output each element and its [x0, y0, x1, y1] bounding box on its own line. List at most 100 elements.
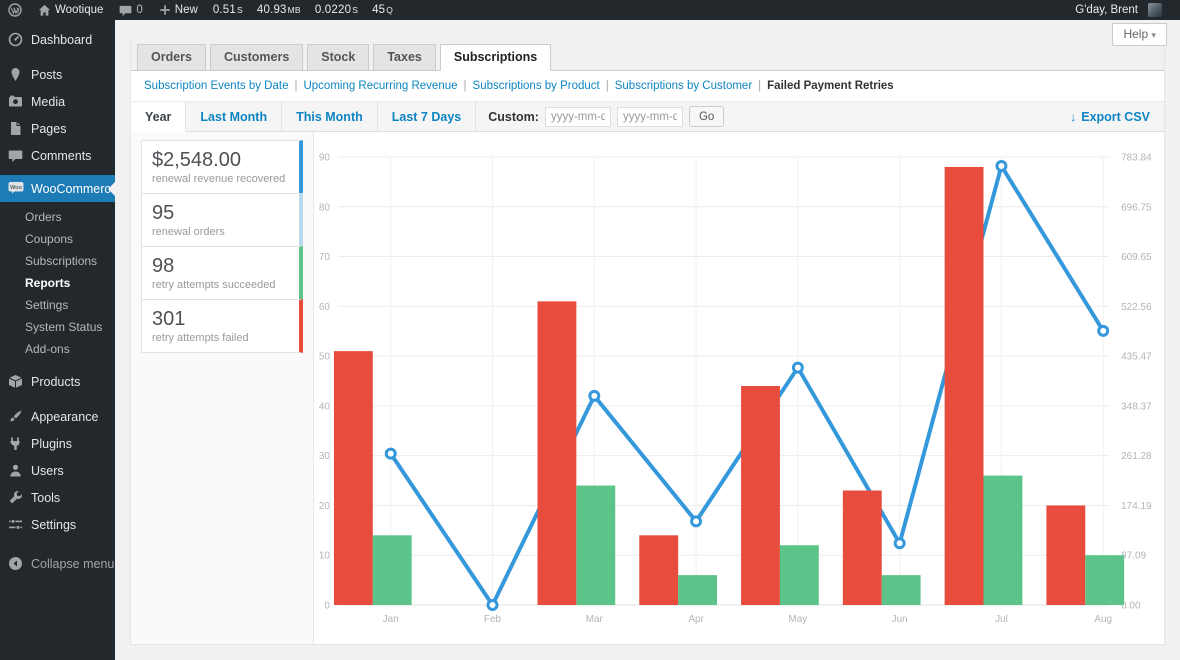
tab-subscriptions[interactable]: Subscriptions — [440, 44, 551, 71]
report-card: OrdersCustomersStockTaxesSubscriptions S… — [130, 38, 1165, 645]
tab-stock[interactable]: Stock — [307, 44, 369, 71]
woocommerce-submenu: Orders Coupons Subscriptions Reports Set… — [0, 202, 115, 368]
wrench-icon — [8, 490, 23, 505]
date-from-input[interactable] — [545, 107, 611, 127]
range-year[interactable]: Year — [131, 102, 186, 132]
subnav-subscription-events-by-date[interactable]: Subscription Events by Date — [144, 80, 288, 92]
sidebar-item-add-ons[interactable]: Add-ons — [0, 338, 115, 360]
stat-card-retry-attempts-succeeded[interactable]: 98 retry attempts succeeded — [141, 246, 303, 300]
sidebar-item-media[interactable]: Media — [0, 88, 115, 115]
tab-taxes[interactable]: Taxes — [373, 44, 436, 71]
sidebar-item-products[interactable]: Products — [0, 368, 115, 395]
svg-text:435.47: 435.47 — [1121, 352, 1152, 363]
tab-customers[interactable]: Customers — [210, 44, 303, 71]
admin-sidebar: Dashboard Posts Media Pages Comments Woo… — [0, 20, 115, 660]
svg-text:Mar: Mar — [586, 614, 604, 625]
perf-stat-time: 0.51S — [206, 4, 250, 16]
sidebar-item-coupons[interactable]: Coupons — [0, 228, 115, 250]
brush-icon — [8, 409, 23, 424]
svg-text:90: 90 — [319, 152, 331, 163]
subnav-subscriptions-by-product[interactable]: Subscriptions by Product — [473, 80, 600, 92]
sidebar-item-orders[interactable]: Orders — [0, 206, 115, 228]
download-icon: ↓ — [1070, 110, 1076, 124]
svg-text:Jan: Jan — [383, 614, 399, 625]
export-csv-link[interactable]: ↓ Export CSV — [1056, 102, 1164, 131]
help-button[interactable]: Help ▾ — [1112, 23, 1167, 46]
tab-orders[interactable]: Orders — [137, 44, 206, 71]
sidebar-item-woocommerce[interactable]: Woo WooCommerce — [0, 175, 115, 202]
collapse-menu-button[interactable]: Collapse menu — [0, 550, 115, 577]
pin-icon — [8, 67, 23, 82]
sidebar-item-users[interactable]: Users — [0, 457, 115, 484]
sidebar-item-reports[interactable]: Reports — [0, 272, 115, 294]
home-icon — [38, 4, 51, 17]
custom-range-label: Custom: — [488, 110, 539, 124]
range-this-month[interactable]: This Month — [282, 102, 378, 131]
admin-content: Help ▾ OrdersCustomersStockTaxesSubscrip… — [115, 20, 1180, 660]
new-menu[interactable]: New — [151, 0, 206, 20]
stat-card-renewal-revenue-recovered[interactable]: $2,548.00 renewal revenue recovered — [141, 140, 303, 194]
sidebar-item-plugins[interactable]: Plugins — [0, 430, 115, 457]
dashboard-icon — [8, 32, 23, 47]
chart-legend: $2,548.00 renewal revenue recovered 95 r… — [131, 132, 313, 644]
sidebar-item-pages[interactable]: Pages — [0, 115, 115, 142]
active-menu-arrow — [108, 182, 115, 196]
sidebar-item-system-status[interactable]: System Status — [0, 316, 115, 338]
go-button[interactable]: Go — [689, 106, 724, 127]
comment-bubble-icon — [119, 4, 132, 17]
svg-text:Woo: Woo — [10, 185, 22, 191]
svg-text:60: 60 — [319, 302, 331, 313]
svg-text:696.75: 696.75 — [1121, 202, 1152, 213]
sidebar-item-subscriptions[interactable]: Subscriptions — [0, 250, 115, 272]
wp-logo-menu[interactable] — [0, 0, 30, 20]
account-menu[interactable]: G'day, Brent — [1067, 0, 1170, 20]
perf-stat-memory: 40.93MB — [250, 4, 308, 16]
subnav-failed-payment-retries: Failed Payment Retries — [767, 80, 894, 92]
stat-card-renewal-orders[interactable]: 95 renewal orders — [141, 193, 303, 247]
plus-icon — [159, 4, 171, 16]
perf-stat-queries: 45Q — [365, 4, 400, 16]
woocommerce-icon: Woo — [8, 181, 23, 196]
range-last-7-days[interactable]: Last 7 Days — [378, 102, 476, 131]
svg-text:May: May — [788, 614, 807, 625]
chart-panel: 00.001087.0920174.1930261.2840348.375043… — [313, 132, 1164, 644]
svg-text:30: 30 — [319, 451, 331, 462]
svg-text:Aug: Aug — [1094, 614, 1112, 625]
svg-text:522.56: 522.56 — [1121, 302, 1152, 313]
comments-menu[interactable]: 0 — [111, 0, 150, 20]
date-range-filter: Year Last Month This Month Last 7 Days C… — [131, 101, 1164, 132]
sidebar-item-appearance[interactable]: Appearance — [0, 403, 115, 430]
svg-text:40: 40 — [319, 401, 331, 412]
sidebar-item-posts[interactable]: Posts — [0, 61, 115, 88]
wordpress-logo-icon — [8, 3, 22, 17]
range-last-month[interactable]: Last Month — [186, 102, 282, 131]
page-icon — [8, 121, 23, 136]
user-icon — [8, 463, 23, 478]
subnav-upcoming-recurring-revenue[interactable]: Upcoming Recurring Revenue — [303, 80, 457, 92]
plug-icon — [8, 436, 23, 451]
sidebar-item-settings[interactable]: Settings — [0, 511, 115, 538]
greeting-label: G'day, Brent — [1075, 4, 1138, 16]
sidebar-item-comments[interactable]: Comments — [0, 142, 115, 169]
comments-icon — [8, 148, 23, 163]
perf-stat-querytime: 0.0220S — [308, 4, 365, 16]
sidebar-item-dashboard[interactable]: Dashboard — [0, 26, 115, 53]
comments-count: 0 — [136, 4, 142, 16]
svg-text:10: 10 — [319, 551, 331, 562]
sidebar-item-settings-woo[interactable]: Settings — [0, 294, 115, 316]
media-icon — [8, 94, 23, 109]
svg-text:Apr: Apr — [688, 614, 704, 625]
svg-text:609.65: 609.65 — [1121, 252, 1152, 263]
svg-text:70: 70 — [319, 252, 331, 263]
svg-text:80: 80 — [319, 202, 331, 213]
avatar — [1148, 3, 1162, 17]
site-name-menu[interactable]: Wootique — [30, 0, 111, 20]
stat-card-retry-attempts-failed[interactable]: 301 retry attempts failed — [141, 299, 303, 353]
date-to-input[interactable] — [617, 107, 683, 127]
svg-text:Jun: Jun — [892, 614, 908, 625]
report-chart: 00.001087.0920174.1930261.2840348.375043… — [314, 132, 1164, 646]
report-body: $2,548.00 renewal revenue recovered 95 r… — [131, 132, 1164, 644]
chevron-down-icon: ▾ — [1151, 30, 1156, 40]
subnav-subscriptions-by-customer[interactable]: Subscriptions by Customer — [615, 80, 752, 92]
sidebar-item-tools[interactable]: Tools — [0, 484, 115, 511]
